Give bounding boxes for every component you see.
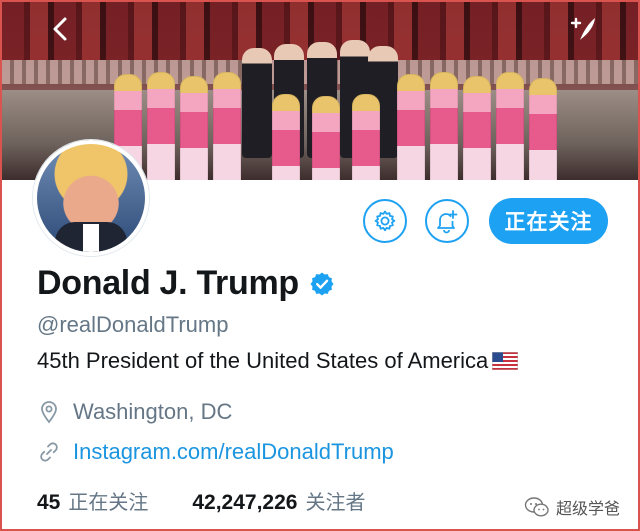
avatar-shirt <box>83 224 99 252</box>
profile-screenshot: 正在关注 Donald J. Trump @realDonaldTrump 45… <box>0 0 640 531</box>
following-button[interactable]: 正在关注 <box>489 198 608 244</box>
performer-figure <box>213 72 241 180</box>
performer-figure <box>397 74 425 180</box>
performer-figure <box>496 72 524 180</box>
following-label: 正在关注 <box>68 490 149 514</box>
location-text: Washington, DC <box>73 399 233 424</box>
performer-figure <box>312 96 340 180</box>
chat-bubble-icon <box>524 497 549 517</box>
performer-figure <box>529 78 557 180</box>
name-row: Donald J. Trump <box>37 264 335 303</box>
display-name: Donald J. Trump <box>37 264 299 302</box>
watermark: 超级学爸 <box>524 495 620 519</box>
notify-button[interactable] <box>425 199 469 243</box>
location-pin-icon <box>41 401 57 424</box>
guest-figure <box>242 48 272 158</box>
link-icon <box>40 442 58 462</box>
profile-link[interactable]: Instagram.com/realDonaldTrump <box>73 439 394 465</box>
following-stat[interactable]: 45 正在关注 <box>37 486 148 515</box>
link-row: Instagram.com/realDonaldTrump <box>37 439 394 465</box>
bio-text: 45th President of the United States of A… <box>37 348 489 373</box>
followers-stat[interactable]: 42,247,226 关注者 <box>192 486 365 515</box>
bio: 45th President of the United States of A… <box>37 348 519 374</box>
performer-figure <box>352 94 380 180</box>
performer-figure <box>180 76 208 180</box>
follow-stats: 45 正在关注 42,247,226 关注者 <box>37 486 365 515</box>
gear-icon <box>374 210 396 232</box>
followers-count: 42,247,226 <box>192 491 298 514</box>
followers-label: 关注者 <box>305 490 366 514</box>
settings-button[interactable] <box>363 199 407 243</box>
location-row: Washington, DC <box>37 399 232 425</box>
us-flag-icon <box>492 352 519 370</box>
watermark-text: 超级学爸 <box>555 499 620 518</box>
performer-figure <box>147 72 175 180</box>
performer-figure <box>463 76 491 180</box>
bell-plus-icon <box>437 210 458 234</box>
avatar[interactable] <box>33 140 149 256</box>
performer-figure <box>430 72 458 180</box>
compose-icon[interactable] <box>566 14 600 48</box>
back-arrow-icon[interactable] <box>44 14 78 48</box>
following-count: 45 <box>37 491 61 514</box>
handle: @realDonaldTrump <box>37 312 229 337</box>
verified-badge-icon <box>310 272 334 295</box>
performer-figure <box>272 94 300 180</box>
